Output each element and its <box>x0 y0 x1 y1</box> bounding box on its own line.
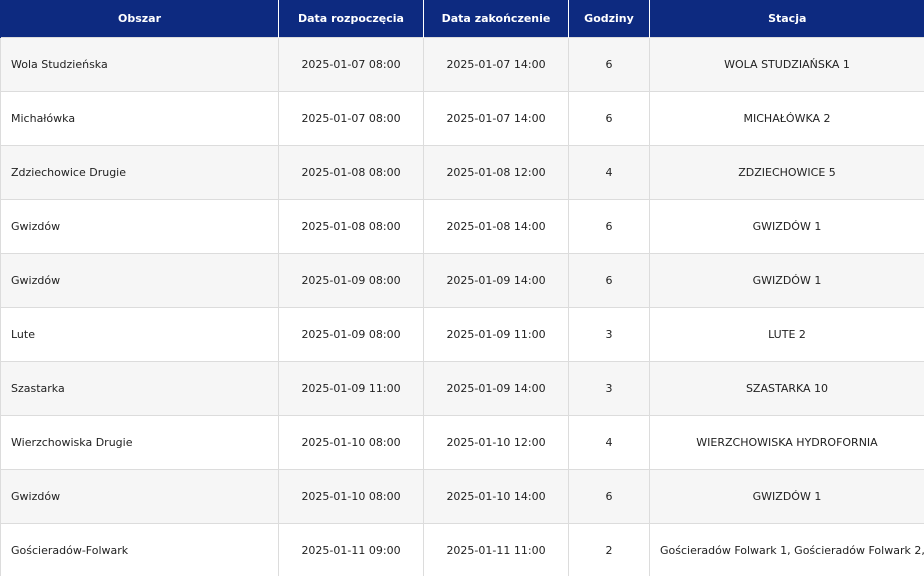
cell-area: Gwizdów <box>0 469 279 524</box>
outage-table-container: Obszar Data rozpoczęcia Data zakończenie… <box>0 0 924 576</box>
header-row: Obszar Data rozpoczęcia Data zakończenie… <box>0 0 924 38</box>
table-row: Szastarka 2025-01-09 11:00 2025-01-09 14… <box>0 361 924 416</box>
column-header-start-date[interactable]: Data rozpoczęcia <box>278 0 424 38</box>
cell-area: Gościeradów-Folwark <box>0 523 279 576</box>
table-row: Gwizdów 2025-01-10 08:00 2025-01-10 14:0… <box>0 469 924 524</box>
cell-end-date: 2025-01-10 12:00 <box>423 415 569 470</box>
cell-end-date: 2025-01-07 14:00 <box>423 37 569 92</box>
cell-end-date: 2025-01-08 14:00 <box>423 199 569 254</box>
cell-hours: 2 <box>568 523 650 576</box>
cell-hours: 6 <box>568 253 650 308</box>
cell-hours: 3 <box>568 307 650 362</box>
cell-area: Szastarka <box>0 361 279 416</box>
table-row: Michałówka 2025-01-07 08:00 2025-01-07 1… <box>0 91 924 146</box>
cell-start-date: 2025-01-08 08:00 <box>278 199 424 254</box>
table-row: Wierzchowiska Drugie 2025-01-10 08:00 20… <box>0 415 924 470</box>
cell-station: ZDZIECHOWICE 5 <box>649 145 924 200</box>
cell-hours: 6 <box>568 199 650 254</box>
cell-start-date: 2025-01-10 08:00 <box>278 415 424 470</box>
cell-end-date: 2025-01-07 14:00 <box>423 91 569 146</box>
cell-start-date: 2025-01-09 08:00 <box>278 253 424 308</box>
cell-area: Gwizdów <box>0 253 279 308</box>
cell-station: Gościeradów Folwark 1, Gościeradów Folwa… <box>649 523 924 576</box>
cell-end-date: 2025-01-09 14:00 <box>423 253 569 308</box>
column-header-end-date[interactable]: Data zakończenie <box>423 0 569 38</box>
cell-station: GWIZDÓW 1 <box>649 469 924 524</box>
table-row: Gwizdów 2025-01-09 08:00 2025-01-09 14:0… <box>0 253 924 308</box>
table-row: Gościeradów-Folwark 2025-01-11 09:00 202… <box>0 523 924 576</box>
cell-end-date: 2025-01-09 14:00 <box>423 361 569 416</box>
table-row: Gwizdów 2025-01-08 08:00 2025-01-08 14:0… <box>0 199 924 254</box>
column-header-area[interactable]: Obszar <box>0 0 279 38</box>
cell-station: SZASTARKA 10 <box>649 361 924 416</box>
cell-start-date: 2025-01-08 08:00 <box>278 145 424 200</box>
cell-area: Michałówka <box>0 91 279 146</box>
cell-station: MICHAŁÓWKA 2 <box>649 91 924 146</box>
cell-end-date: 2025-01-11 11:00 <box>423 523 569 576</box>
column-header-hours[interactable]: Godziny <box>568 0 650 38</box>
table-row: Zdziechowice Drugie 2025-01-08 08:00 202… <box>0 145 924 200</box>
cell-area: Zdziechowice Drugie <box>0 145 279 200</box>
cell-station: WIERZCHOWISKA HYDROFORNIA <box>649 415 924 470</box>
table-header: Obszar Data rozpoczęcia Data zakończenie… <box>0 0 924 38</box>
cell-hours: 4 <box>568 145 650 200</box>
cell-area: Wierzchowiska Drugie <box>0 415 279 470</box>
cell-hours: 4 <box>568 415 650 470</box>
cell-hours: 6 <box>568 91 650 146</box>
cell-start-date: 2025-01-09 11:00 <box>278 361 424 416</box>
cell-station: WOLA STUDZIAŃSKA 1 <box>649 37 924 92</box>
cell-start-date: 2025-01-09 08:00 <box>278 307 424 362</box>
column-header-station[interactable]: Stacja <box>649 0 924 38</box>
cell-start-date: 2025-01-11 09:00 <box>278 523 424 576</box>
cell-start-date: 2025-01-07 08:00 <box>278 91 424 146</box>
cell-station: GWIZDÓW 1 <box>649 199 924 254</box>
table-row: Wola Studzieńska 2025-01-07 08:00 2025-0… <box>0 37 924 92</box>
cell-hours: 6 <box>568 469 650 524</box>
cell-end-date: 2025-01-08 12:00 <box>423 145 569 200</box>
cell-hours: 6 <box>568 37 650 92</box>
cell-start-date: 2025-01-10 08:00 <box>278 469 424 524</box>
cell-area: Gwizdów <box>0 199 279 254</box>
cell-station: LUTE 2 <box>649 307 924 362</box>
cell-end-date: 2025-01-09 11:00 <box>423 307 569 362</box>
cell-start-date: 2025-01-07 08:00 <box>278 37 424 92</box>
outage-table: Obszar Data rozpoczęcia Data zakończenie… <box>0 0 924 576</box>
table-body: Wola Studzieńska 2025-01-07 08:00 2025-0… <box>0 37 924 576</box>
cell-area: Lute <box>0 307 279 362</box>
table-row: Lute 2025-01-09 08:00 2025-01-09 11:00 3… <box>0 307 924 362</box>
cell-hours: 3 <box>568 361 650 416</box>
cell-station: GWIZDÓW 1 <box>649 253 924 308</box>
cell-end-date: 2025-01-10 14:00 <box>423 469 569 524</box>
cell-area: Wola Studzieńska <box>0 37 279 92</box>
